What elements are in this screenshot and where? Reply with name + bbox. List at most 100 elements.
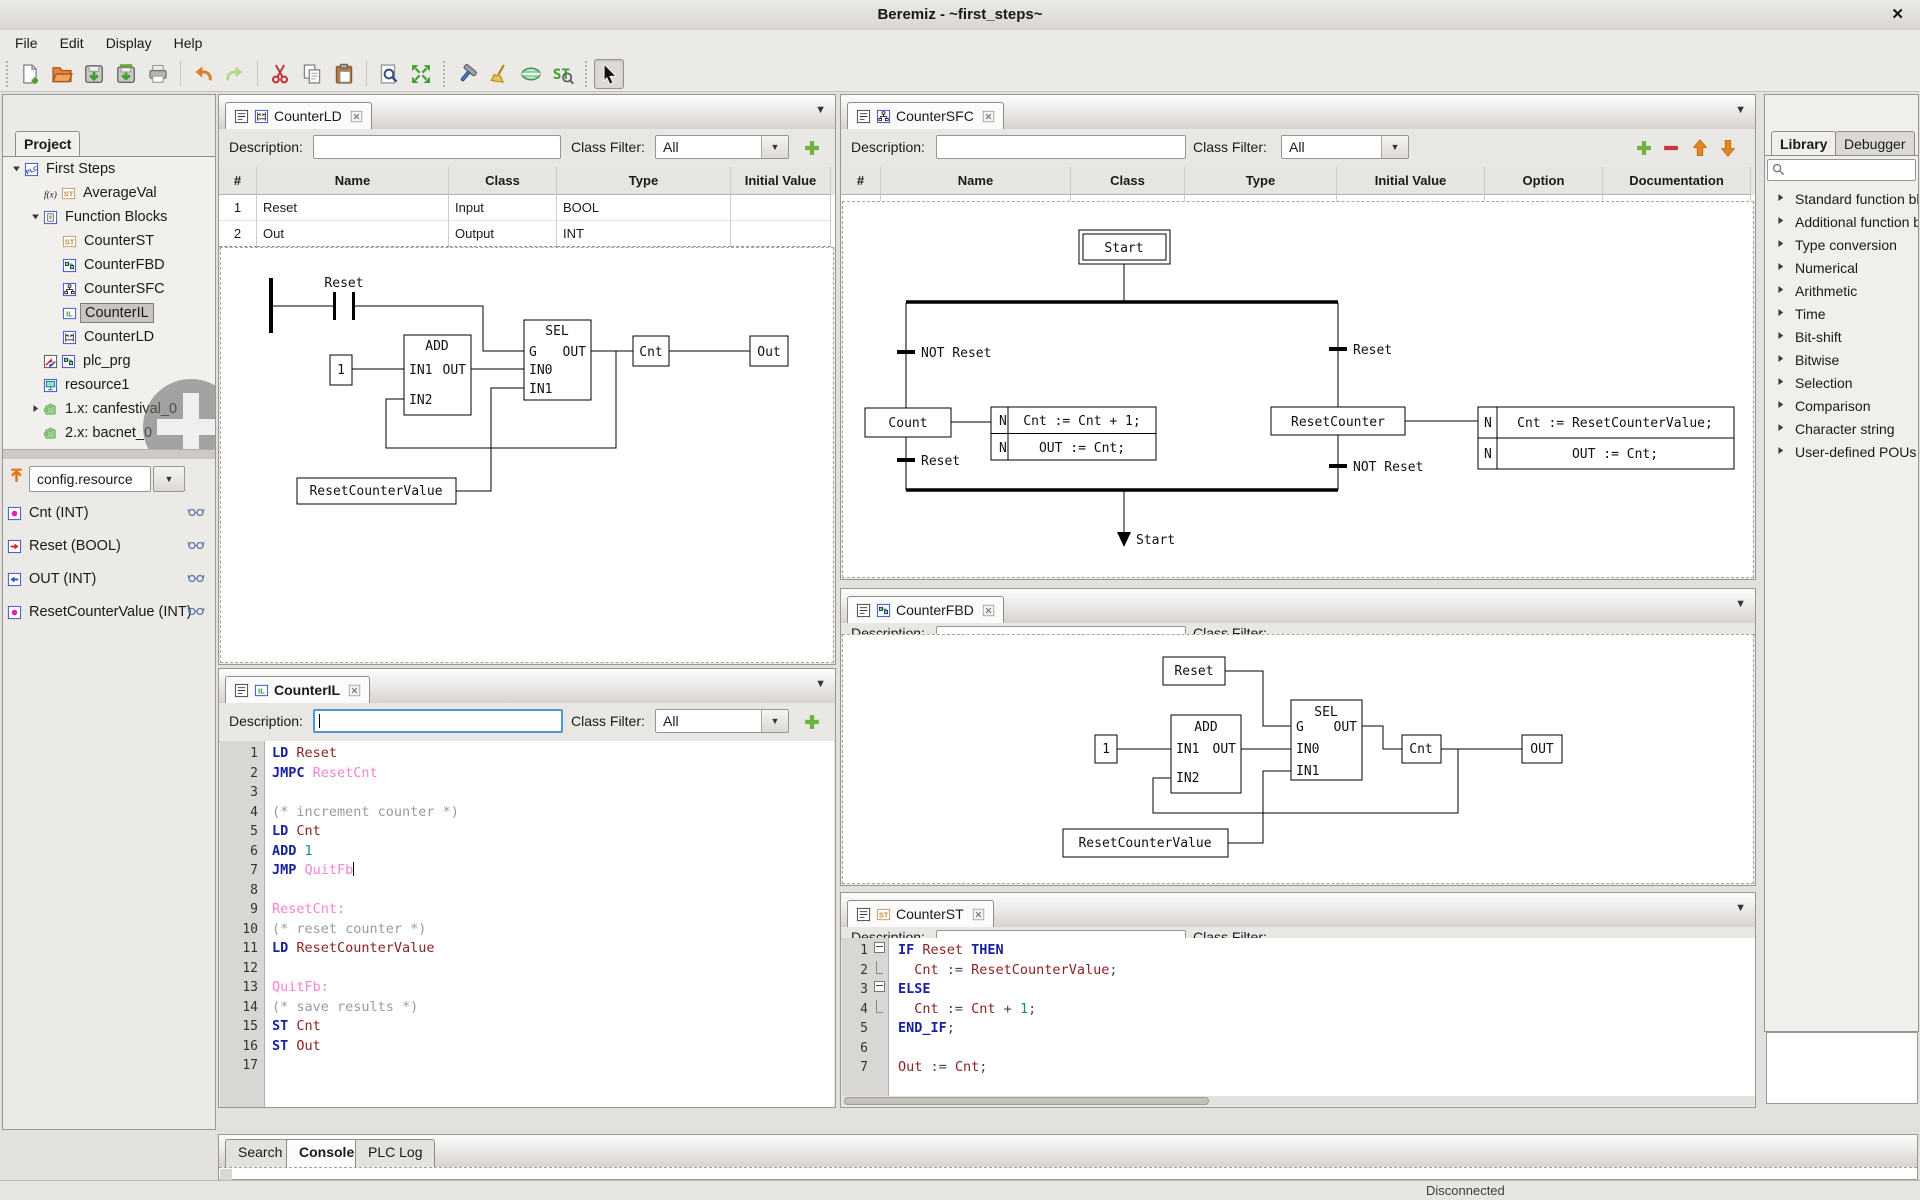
close-tab-icon[interactable] <box>350 110 363 123</box>
library-search-input[interactable] <box>1767 159 1916 181</box>
tab-search[interactable]: Search <box>225 1139 296 1168</box>
expander-right-icon[interactable] <box>1773 445 1787 458</box>
code-line[interactable]: ADD 1 <box>272 842 459 862</box>
fbd-reset-variable[interactable]: Reset <box>1162 656 1226 686</box>
move-variable-down-button[interactable] <box>1715 135 1741 161</box>
close-tab-icon[interactable] <box>982 604 995 617</box>
tab-library[interactable]: Library <box>1771 131 1837 156</box>
code-line[interactable]: Out := Cnt; <box>898 1058 1117 1078</box>
panel-menu-icon[interactable]: ▼ <box>815 104 826 116</box>
fbd-const-1[interactable]: 1 <box>1094 734 1118 764</box>
code-line[interactable]: LD Cnt <box>272 822 459 842</box>
tab-counteril[interactable]: IL CounterIL <box>225 676 371 704</box>
code-line[interactable]: JMPC ResetCnt <box>272 764 459 784</box>
library-item-standard-function-blocks[interactable]: Standard function blocks <box>1765 187 1918 210</box>
tree-item-counterfbd[interactable]: CounterFBD <box>3 253 215 277</box>
expander-right-icon[interactable] <box>28 403 43 416</box>
fbd-add-block[interactable]: ADD IN1 OUT IN2 <box>1170 714 1242 794</box>
class-filter-combo[interactable]: All ▼ <box>655 709 789 733</box>
library-item-comparison[interactable]: Comparison <box>1765 394 1918 417</box>
debug-target-combo[interactable]: config.resource <box>29 466 151 492</box>
sfc-action-block-count[interactable]: N Cnt := Cnt + 1; N OUT := Cnt; <box>990 406 1157 461</box>
ld-cnt-variable[interactable]: Cnt <box>632 335 670 367</box>
graph-icon[interactable] <box>187 504 205 522</box>
tree-item-first-steps[interactable]: PLC First Steps <box>3 157 215 181</box>
move-up-icon[interactable] <box>8 467 25 487</box>
code-line[interactable] <box>272 1056 459 1076</box>
menu-display[interactable]: Display <box>95 32 163 54</box>
code-line[interactable]: ST Out <box>272 1037 459 1057</box>
sfc-step-resetcounter[interactable]: ResetCounter <box>1270 406 1406 436</box>
code-line[interactable]: LD Reset <box>272 744 459 764</box>
tree-item-countersfc[interactable]: CounterSFC <box>3 277 215 301</box>
tab-counterfbd[interactable]: CounterFBD <box>847 596 1004 624</box>
fbd-resetcountervalue-variable[interactable]: ResetCounterValue <box>1062 828 1229 858</box>
add-variable-button[interactable] <box>1631 135 1657 161</box>
tree-item-counterld[interactable]: CounterLD <box>3 325 215 349</box>
class-filter-combo[interactable]: All ▼ <box>655 135 789 159</box>
code-line[interactable] <box>272 881 459 901</box>
ld-sel-block[interactable]: SEL G OUT IN0 IN1 <box>523 319 592 401</box>
sfc-initial-step-start[interactable]: Start <box>1078 229 1171 265</box>
tab-project[interactable]: Project <box>15 131 81 157</box>
code-line[interactable]: ELSE <box>898 980 1117 1000</box>
code-line[interactable]: Cnt := Cnt + 1; <box>898 1000 1117 1020</box>
move-variable-up-button[interactable] <box>1687 135 1713 161</box>
counterfbd-canvas[interactable]: Reset 1 ADD IN1 OUT IN2 SEL G OUT IN0 IN… <box>842 634 1754 884</box>
redo-button[interactable] <box>220 59 250 89</box>
ld-add-block[interactable]: ADD IN1 OUT IN2 <box>403 334 472 416</box>
expander-right-icon[interactable] <box>1773 215 1787 228</box>
counteril-code-editor[interactable]: 1 2 3 4 5 6 7 8 9 10 11 12 13 14 15 16 17 LD Reset JMPC R… <box>220 741 834 1107</box>
code-line[interactable]: Cnt := ResetCounterValue; <box>898 961 1117 981</box>
library-item-arithmetic[interactable]: Arithmetic <box>1765 279 1918 302</box>
debug-variable-reset[interactable]: Reset (BOOL) <box>7 534 213 558</box>
graph-icon[interactable] <box>187 537 205 555</box>
library-item-bit-shift[interactable]: Bit-shift <box>1765 325 1918 348</box>
undo-button[interactable] <box>188 59 218 89</box>
fbd-out-variable[interactable]: OUT <box>1521 734 1563 764</box>
code-line[interactable] <box>272 959 459 979</box>
sfc-step-count[interactable]: Count <box>864 407 952 438</box>
console-output[interactable] <box>219 1167 1917 1180</box>
open-folder-button[interactable] <box>47 59 77 89</box>
connect-button[interactable] <box>516 59 546 89</box>
code-line[interactable]: IF Reset THEN <box>898 941 1117 961</box>
expander-right-icon[interactable] <box>1773 238 1787 251</box>
code-line[interactable]: JMP QuitFb <box>272 861 459 881</box>
code-line[interactable]: (* reset counter *) <box>272 920 459 940</box>
tree-item-plc-prg[interactable]: plc_prg <box>3 349 215 373</box>
add-variable-button[interactable] <box>799 135 825 161</box>
panel-menu-icon[interactable]: ▼ <box>815 678 826 690</box>
save-button[interactable] <box>79 59 109 89</box>
counterld-canvas[interactable]: Reset 1 ADD IN1 OUT IN2 SEL G OUT IN0 IN… <box>220 247 834 663</box>
code-line[interactable]: LD ResetCounterValue <box>272 939 459 959</box>
code-line[interactable] <box>898 1039 1117 1059</box>
library-item-numerical[interactable]: Numerical <box>1765 256 1918 279</box>
panel-menu-icon[interactable]: ▼ <box>1735 902 1746 914</box>
code-line[interactable] <box>272 783 459 803</box>
horizontal-scrollbar[interactable] <box>842 1096 1754 1106</box>
code-line[interactable]: ResetCnt: <box>272 900 459 920</box>
print-button[interactable] <box>143 59 173 89</box>
menu-file[interactable]: File <box>4 32 49 54</box>
description-input[interactable] <box>936 135 1186 159</box>
debug-variable-resetcountervalue[interactable]: ResetCounterValue (INT) <box>7 600 213 624</box>
ld-out-variable[interactable]: Out <box>749 335 789 367</box>
code-line[interactable]: END_IF; <box>898 1019 1117 1039</box>
table-row[interactable]: 2 Out Output INT <box>219 221 835 247</box>
debug-variable-cnt[interactable]: Cnt (INT) <box>7 501 213 525</box>
expander-right-icon[interactable] <box>1773 284 1787 297</box>
close-tab-icon[interactable] <box>348 684 361 697</box>
tree-item-counterst[interactable]: ST CounterST <box>3 229 215 253</box>
toolbar-grip[interactable] <box>441 60 447 87</box>
expander-right-icon[interactable] <box>1773 353 1787 366</box>
select-cursor-button[interactable] <box>594 58 624 89</box>
library-item-type-conversion[interactable]: Type conversion <box>1765 233 1918 256</box>
sfc-jump-start[interactable]: Start <box>1117 532 1175 548</box>
close-window-icon[interactable]: ✕ <box>1891 0 1904 30</box>
close-tab-icon[interactable] <box>972 908 985 921</box>
tree-item-counteril[interactable]: IL CounterIL <box>3 301 215 325</box>
toolbar-grip[interactable] <box>4 60 10 87</box>
panel-menu-icon[interactable]: ▼ <box>1735 104 1746 116</box>
cut-button[interactable] <box>265 59 295 89</box>
